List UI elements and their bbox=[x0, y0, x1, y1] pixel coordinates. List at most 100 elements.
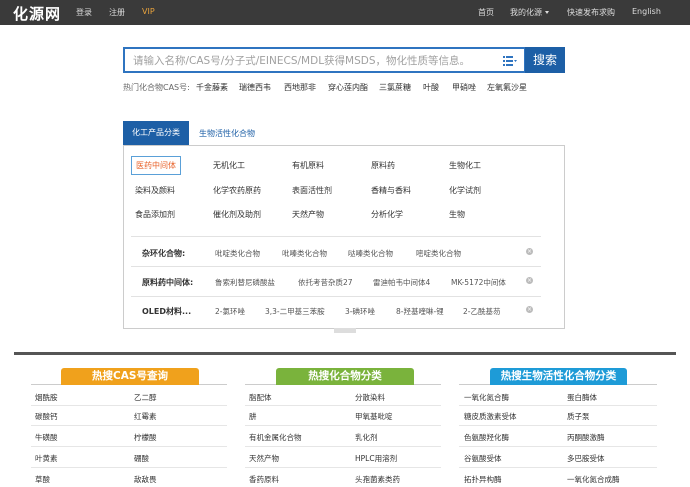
vip-link[interactable]: VIP bbox=[142, 7, 155, 16]
list-item[interactable]: 天然产物 bbox=[249, 453, 279, 464]
collapse-handle[interactable] bbox=[334, 328, 356, 333]
top-navigation-bar: 化源网 登录 注册 VIP 首页 我的化源 快速发布求购 English bbox=[0, 0, 690, 25]
category-item[interactable]: 化学农药原药 bbox=[213, 185, 261, 196]
hot-term-link[interactable]: 西地那非 bbox=[284, 82, 316, 93]
list-item[interactable]: 乳化剂 bbox=[355, 432, 378, 443]
list-item[interactable]: 脂配体 bbox=[249, 392, 272, 403]
list-item[interactable]: 乙二醇 bbox=[134, 392, 157, 403]
close-icon[interactable]: × bbox=[526, 277, 533, 284]
list-item[interactable]: 硼酸 bbox=[134, 453, 149, 464]
list-item[interactable]: 头孢菌素类药 bbox=[355, 474, 400, 485]
list-item[interactable]: 香药原料 bbox=[249, 474, 279, 485]
hot-term-link[interactable]: 三氯蔗糖 bbox=[379, 82, 411, 93]
subcategory-item[interactable]: 吡啶类化合物 bbox=[215, 248, 260, 259]
row-divider bbox=[245, 405, 441, 406]
divider bbox=[131, 236, 541, 237]
row-divider bbox=[31, 425, 227, 426]
list-item[interactable]: 甲氧基吡啶 bbox=[355, 411, 393, 422]
list-item[interactable]: 一氧化氮合酶 bbox=[464, 392, 509, 403]
subcategory-label: 原料药中间体: bbox=[142, 278, 194, 287]
section-title-text: 热搜生物活性化合物分类 bbox=[500, 370, 617, 382]
list-item[interactable]: 碳酸钙 bbox=[35, 411, 58, 422]
subcategory-item[interactable]: 2-乙酰基芴 bbox=[463, 306, 500, 317]
subcategory-label: 杂环化合物: bbox=[142, 249, 186, 258]
list-item[interactable]: 烟酰胺 bbox=[35, 392, 58, 403]
divider bbox=[131, 266, 541, 267]
my-chemsrc-menu[interactable]: 我的化源 bbox=[510, 7, 549, 18]
subcategory-item[interactable]: 雷迪帕韦中间体4 bbox=[373, 277, 430, 288]
search-input[interactable] bbox=[133, 52, 493, 70]
category-item[interactable]: 染料及颜料 bbox=[135, 185, 175, 196]
tab-chemical-products[interactable]: 化工产品分类 bbox=[123, 121, 189, 145]
category-item[interactable]: 分析化学 bbox=[371, 209, 403, 220]
tab-bioactive-compounds[interactable]: 生物活性化合物 bbox=[199, 128, 255, 139]
close-icon[interactable]: × bbox=[526, 306, 533, 313]
list-item[interactable]: 有机金属化合物 bbox=[249, 432, 302, 443]
list-item[interactable]: 蛋白酶体 bbox=[567, 392, 597, 403]
category-item[interactable]: 无机化工 bbox=[213, 160, 245, 171]
search-button[interactable]: 搜索 bbox=[525, 47, 565, 73]
category-item[interactable]: 生物 bbox=[449, 209, 465, 220]
list-item[interactable]: 色氨酸羟化酶 bbox=[464, 432, 509, 443]
section-title-hot-compound-class: 热搜化合物分类 bbox=[276, 368, 414, 385]
category-item[interactable]: 催化剂及助剂 bbox=[213, 209, 261, 220]
list-item[interactable]: 谷氨酸受体 bbox=[464, 453, 502, 464]
hot-term-link[interactable]: 穿心莲内酯 bbox=[328, 82, 368, 93]
list-item[interactable]: 拓扑异构酶 bbox=[464, 474, 502, 485]
category-item[interactable]: 香精与香料 bbox=[371, 185, 411, 196]
subcategory-item[interactable]: 8-羟基喹啉-锂 bbox=[396, 306, 444, 317]
row-divider bbox=[31, 467, 227, 468]
category-item[interactable]: 化学试剂 bbox=[449, 185, 481, 196]
list-item[interactable]: 质子泵 bbox=[567, 411, 590, 422]
subcategory-item[interactable]: 鲁索利替尼磷酸盐 bbox=[215, 277, 275, 288]
home-link[interactable]: 首页 bbox=[478, 7, 494, 18]
subcategory-item[interactable]: 依托考昔杂质27 bbox=[298, 277, 353, 288]
category-item[interactable]: 生物化工 bbox=[449, 160, 481, 171]
category-item[interactable]: 食品添加剂 bbox=[135, 209, 175, 220]
section-title-text: 热搜CAS号查询 bbox=[92, 370, 168, 382]
english-link[interactable]: English bbox=[632, 7, 661, 16]
category-item[interactable]: 表面活性剂 bbox=[292, 185, 332, 196]
subcategory-item[interactable]: 3,3-二甲基三苯胺 bbox=[265, 306, 325, 317]
close-icon[interactable]: × bbox=[526, 248, 533, 255]
subcategory-item[interactable]: 哒嗪类化合物 bbox=[348, 248, 393, 259]
subcategory-item[interactable]: MK-5172中间体 bbox=[451, 277, 506, 288]
row-divider bbox=[459, 446, 657, 447]
list-item[interactable]: 一氧化氮合成酶 bbox=[567, 474, 620, 485]
row-divider bbox=[459, 405, 657, 406]
category-item[interactable]: 原料药 bbox=[371, 160, 395, 171]
subcategory-item[interactable]: 3-碘环唑 bbox=[345, 306, 375, 317]
list-item[interactable]: 糖皮质激素受体 bbox=[464, 411, 517, 422]
hot-term-link[interactable]: 左氧氟沙星 bbox=[487, 82, 527, 93]
list-item[interactable]: 叶黄素 bbox=[35, 453, 58, 464]
list-item[interactable]: 柠檬酸 bbox=[134, 432, 157, 443]
list-item[interactable]: 红霉素 bbox=[134, 411, 157, 422]
category-item[interactable]: 天然产物 bbox=[292, 209, 324, 220]
chevron-down-icon bbox=[545, 11, 549, 14]
list-item[interactable]: HPLC用溶剂 bbox=[355, 453, 397, 464]
row-divider bbox=[31, 405, 227, 406]
subcategory-item[interactable]: 2-氯环唑 bbox=[215, 306, 245, 317]
quick-post-link[interactable]: 快速发布求购 bbox=[567, 7, 615, 18]
hot-term-link[interactable]: 叶酸 bbox=[423, 82, 439, 93]
site-logo[interactable]: 化源网 bbox=[13, 3, 61, 24]
subcategory-item[interactable]: 吡嗪类化合物 bbox=[282, 248, 327, 259]
hot-term-link[interactable]: 瑞德西韦 bbox=[239, 82, 271, 93]
login-link[interactable]: 登录 bbox=[76, 7, 92, 18]
list-item[interactable]: 敌敌畏 bbox=[134, 474, 157, 485]
list-item[interactable]: 分散染料 bbox=[355, 392, 385, 403]
hot-term-link[interactable]: 甲硝唑 bbox=[452, 82, 476, 93]
list-options-icon[interactable] bbox=[503, 56, 517, 66]
hot-term-link[interactable]: 千金藤素 bbox=[196, 82, 228, 93]
search-box bbox=[123, 47, 526, 73]
list-item[interactable]: 丙酮酸激酶 bbox=[567, 432, 605, 443]
category-item[interactable]: 有机原料 bbox=[292, 160, 324, 171]
list-item[interactable]: 多巴胺受体 bbox=[567, 453, 605, 464]
category-item[interactable]: 医药中间体 bbox=[131, 156, 181, 175]
list-item[interactable]: 肼 bbox=[249, 411, 257, 422]
category-panel bbox=[123, 145, 565, 329]
list-item[interactable]: 草酸 bbox=[35, 474, 50, 485]
subcategory-item[interactable]: 嘧啶类化合物 bbox=[416, 248, 461, 259]
register-link[interactable]: 注册 bbox=[109, 7, 125, 18]
list-item[interactable]: 牛磺酸 bbox=[35, 432, 58, 443]
